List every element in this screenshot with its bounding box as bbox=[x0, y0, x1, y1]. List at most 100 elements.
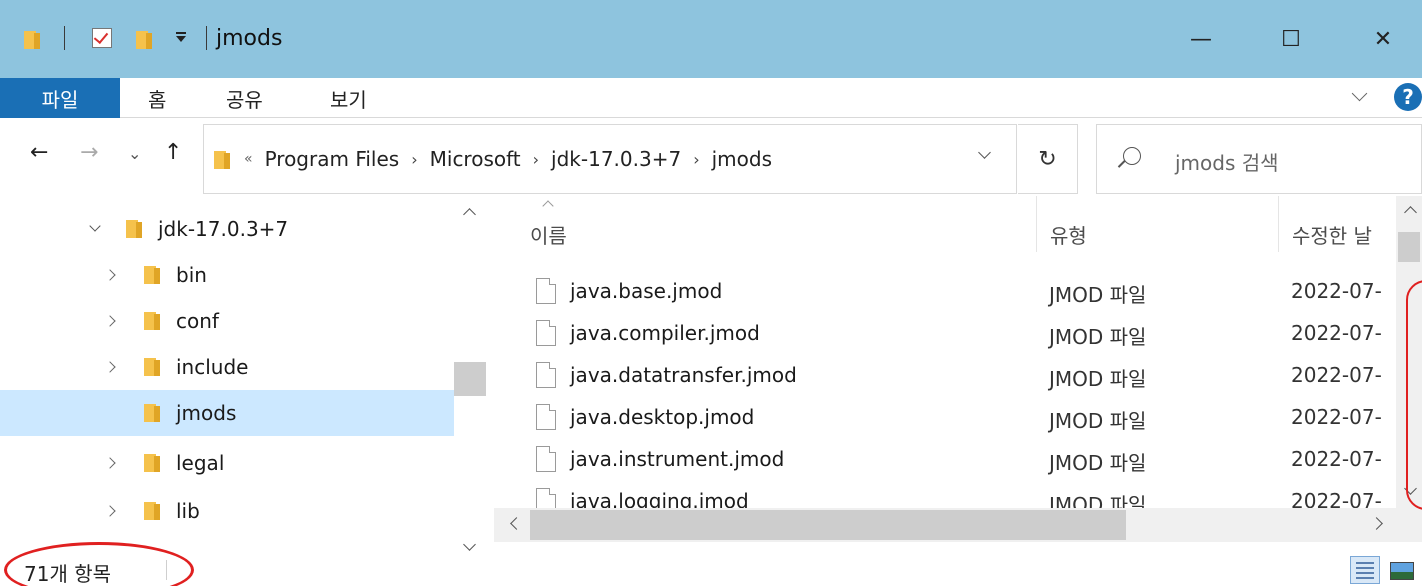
file-name: java.base.jmod bbox=[570, 279, 723, 303]
file-icon bbox=[536, 278, 556, 304]
expand-chevron-icon[interactable] bbox=[106, 506, 116, 516]
file-icon bbox=[536, 488, 556, 508]
tree-item-label: bin bbox=[176, 263, 207, 287]
tree-item-jmods[interactable]: jmods bbox=[0, 390, 454, 436]
status-separator bbox=[166, 560, 167, 580]
file-icon bbox=[536, 446, 556, 472]
tab-share[interactable]: 공유 bbox=[226, 78, 263, 118]
column-header-date-modified[interactable]: 수정한 날 bbox=[1292, 220, 1396, 249]
folder-icon bbox=[144, 452, 160, 472]
file-type: JMOD 파일 bbox=[1049, 409, 1147, 433]
tree-item-label: include bbox=[176, 355, 249, 379]
help-icon[interactable]: ? bbox=[1394, 83, 1422, 111]
title-bar: jmods — ☐ ✕ bbox=[0, 0, 1422, 78]
new-folder-icon[interactable] bbox=[136, 0, 152, 78]
refresh-button[interactable]: ↻ bbox=[1018, 124, 1078, 194]
up-button[interactable]: ↑ bbox=[164, 140, 182, 165]
breadcrumb: « Program Files › Microsoft › jdk-17.0.3… bbox=[244, 147, 772, 171]
breadcrumb-microsoft[interactable]: Microsoft bbox=[430, 147, 521, 171]
nav-scroll-up-icon[interactable] bbox=[462, 206, 476, 220]
file-date: 2022-07- bbox=[1291, 321, 1382, 345]
column-separator[interactable] bbox=[1036, 196, 1037, 252]
file-type: JMOD 파일 bbox=[1049, 367, 1147, 391]
address-folder-icon bbox=[214, 149, 230, 169]
file-icon bbox=[536, 362, 556, 388]
breadcrumb-program-files[interactable]: Program Files bbox=[265, 147, 400, 171]
customize-quick-access-icon[interactable] bbox=[176, 32, 186, 42]
tree-item-legal[interactable]: legal bbox=[0, 440, 454, 486]
file-icon bbox=[536, 404, 556, 430]
back-button[interactable]: ← bbox=[30, 140, 48, 165]
tree-item-label: legal bbox=[176, 451, 225, 475]
breadcrumb-separator[interactable]: › bbox=[693, 150, 699, 169]
tree-item-conf[interactable]: conf bbox=[0, 298, 454, 344]
properties-check-icon[interactable] bbox=[92, 28, 112, 48]
file-row[interactable]: java.base.jmod JMOD 파일 2022-07- bbox=[530, 271, 1410, 313]
tree-item-jdk[interactable]: jdk-17.0.3+7 bbox=[0, 206, 454, 252]
sort-ascending-icon bbox=[543, 198, 553, 208]
file-date: 2022-07- bbox=[1291, 489, 1382, 508]
collapse-chevron-icon[interactable] bbox=[90, 224, 100, 234]
vertical-scrollbar-thumb[interactable] bbox=[1398, 232, 1420, 262]
column-separator[interactable] bbox=[1278, 196, 1279, 252]
tree-item-label: conf bbox=[176, 309, 219, 333]
breadcrumb-overflow[interactable]: « bbox=[244, 151, 253, 167]
tab-home[interactable]: 홈 bbox=[148, 78, 166, 118]
folder-icon bbox=[144, 500, 160, 520]
breadcrumb-jmods[interactable]: jmods bbox=[712, 147, 772, 171]
nav-pane-scrollbar-thumb[interactable] bbox=[454, 362, 486, 396]
search-box[interactable]: jmods 검색 bbox=[1096, 124, 1422, 194]
tree-item-lib[interactable]: lib bbox=[0, 488, 454, 534]
file-name: java.datatransfer.jmod bbox=[570, 363, 797, 387]
breadcrumb-separator[interactable]: › bbox=[533, 150, 539, 169]
scroll-right-icon[interactable] bbox=[1372, 518, 1384, 530]
expand-ribbon-chevron-icon[interactable] bbox=[1350, 86, 1370, 106]
file-name: java.compiler.jmod bbox=[570, 321, 760, 345]
column-header-type[interactable]: 유형 bbox=[1050, 220, 1087, 249]
horizontal-scrollbar-thumb[interactable] bbox=[530, 510, 1126, 540]
expand-chevron-icon[interactable] bbox=[106, 458, 116, 468]
window-title: jmods bbox=[216, 26, 283, 51]
tree-item-label: jdk-17.0.3+7 bbox=[158, 217, 289, 241]
tree-item-bin[interactable]: bin bbox=[0, 252, 454, 298]
file-row[interactable]: java.datatransfer.jmod JMOD 파일 2022-07- bbox=[530, 355, 1410, 397]
file-row[interactable]: java.instrument.jmod JMOD 파일 2022-07- bbox=[530, 439, 1410, 481]
scroll-up-icon[interactable] bbox=[1403, 204, 1417, 218]
file-name: java.logging.jmod bbox=[570, 489, 749, 508]
large-icons-view-icon[interactable] bbox=[1386, 556, 1416, 584]
expand-chevron-icon[interactable] bbox=[106, 362, 116, 372]
file-row[interactable]: java.compiler.jmod JMOD 파일 2022-07- bbox=[530, 313, 1410, 355]
tab-file[interactable]: 파일 bbox=[0, 78, 120, 118]
file-name: java.instrument.jmod bbox=[570, 447, 785, 471]
minimize-button[interactable]: — bbox=[1176, 14, 1226, 64]
file-type: JMOD 파일 bbox=[1049, 493, 1147, 508]
search-icon bbox=[1123, 147, 1141, 165]
maximize-button[interactable]: ☐ bbox=[1266, 14, 1316, 64]
scrollbar-annotation-highlight bbox=[1406, 280, 1422, 510]
folder-icon bbox=[126, 218, 142, 238]
close-button[interactable]: ✕ bbox=[1358, 14, 1408, 64]
breadcrumb-separator[interactable]: › bbox=[411, 150, 417, 169]
file-type: JMOD 파일 bbox=[1049, 283, 1147, 307]
tab-view[interactable]: 보기 bbox=[330, 78, 367, 118]
address-bar[interactable]: « Program Files › Microsoft › jdk-17.0.3… bbox=[203, 124, 1017, 194]
tree-item-include[interactable]: include bbox=[0, 344, 454, 390]
folder-icon bbox=[144, 402, 160, 422]
column-header-name[interactable]: 이름 bbox=[530, 220, 567, 249]
title-separator bbox=[206, 26, 207, 50]
file-date: 2022-07- bbox=[1291, 447, 1382, 471]
recent-locations-chevron-icon[interactable]: ⌄ bbox=[128, 144, 141, 163]
tree-item-label: lib bbox=[176, 499, 200, 523]
expand-chevron-icon[interactable] bbox=[106, 316, 116, 326]
file-row[interactable]: java.logging.jmod JMOD 파일 2022-07- bbox=[530, 481, 1410, 508]
forward-button[interactable]: → bbox=[80, 140, 98, 165]
item-count: 71개 항목 bbox=[24, 562, 112, 586]
scroll-left-icon[interactable] bbox=[508, 518, 520, 530]
address-history-chevron-icon[interactable] bbox=[978, 148, 992, 162]
search-input[interactable]: jmods 검색 bbox=[1175, 147, 1279, 176]
file-row[interactable]: java.desktop.jmod JMOD 파일 2022-07- bbox=[530, 397, 1410, 439]
folder-icon bbox=[144, 356, 160, 376]
expand-chevron-icon[interactable] bbox=[106, 270, 116, 280]
breadcrumb-jdk[interactable]: jdk-17.0.3+7 bbox=[551, 147, 681, 171]
details-view-icon[interactable] bbox=[1350, 556, 1380, 584]
